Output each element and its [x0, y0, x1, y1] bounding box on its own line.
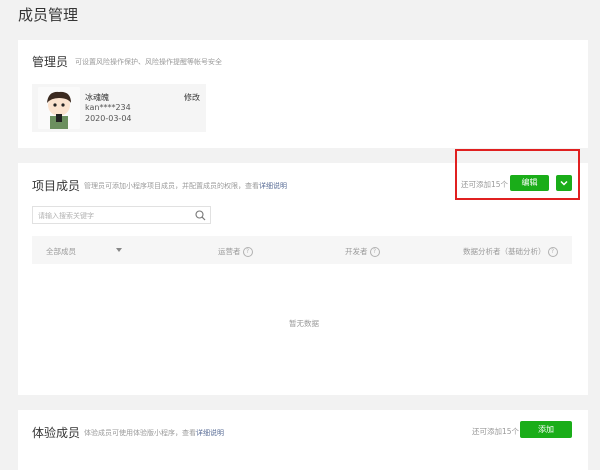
column-data-analyst-label: 数据分析者（基础分析） [463, 247, 546, 256]
caret-down-icon[interactable] [116, 248, 122, 252]
column-all-members[interactable]: 全部成员 [46, 246, 76, 257]
column-developer: 开发者? [345, 246, 380, 257]
project-detail-link[interactable]: 详细说明 [259, 182, 287, 190]
admin-date: 2020-03-04 [85, 114, 132, 123]
help-icon[interactable]: ? [547, 247, 558, 257]
avatar [38, 87, 80, 129]
trial-remaining-count: 还可添加15个 [472, 427, 520, 436]
admin-name: 冰魂魄 [85, 93, 109, 102]
project-section-desc: 管理员可添加小程序项目成员，并配置成员的权限，查看详细说明 [84, 181, 287, 191]
trial-section-title: 体验成员 [32, 426, 81, 440]
help-icon[interactable]: ? [242, 247, 253, 257]
column-developer-label: 开发者 [345, 247, 368, 256]
column-data-analyst: 数据分析者（基础分析）? [463, 246, 558, 257]
help-icon[interactable]: ? [369, 247, 380, 257]
search-input[interactable]: 请输入搜索关键字 [32, 206, 211, 224]
column-operator-label: 运营者 [218, 247, 241, 256]
empty-state-text: 暂无数据 [289, 319, 319, 328]
members-table-header: 全部成员 运营者? 开发者? 数据分析者（基础分析）? [32, 236, 572, 264]
search-placeholder: 请输入搜索关键字 [38, 212, 94, 220]
admin-edit-link[interactable]: 修改 [184, 92, 200, 103]
admin-account: kan****234 [85, 103, 131, 112]
project-section-title: 项目成员 [32, 179, 81, 193]
search-icon[interactable] [195, 210, 206, 221]
trial-desc-text: 体验成员可使用体验版小程序，查看 [84, 429, 196, 437]
trial-members-card [18, 410, 588, 470]
column-all-members-label: 全部成员 [46, 247, 76, 256]
page-title: 成员管理 [18, 6, 79, 24]
trial-add-button[interactable]: 添加 [520, 421, 572, 438]
admin-section-desc: 可设置风险操作保护、风险操作提醒等帐号安全 [75, 58, 222, 66]
avatar-illustration [38, 87, 80, 129]
column-operator: 运营者? [218, 246, 253, 257]
project-desc-text: 管理员可添加小程序项目成员，并配置成员的权限，查看 [84, 182, 259, 190]
trial-detail-link[interactable]: 详细说明 [196, 429, 224, 437]
trial-section-desc: 体验成员可使用体验版小程序，查看详细说明 [84, 428, 224, 438]
highlight-box [455, 149, 580, 200]
admin-section-title: 管理员 [32, 55, 69, 69]
